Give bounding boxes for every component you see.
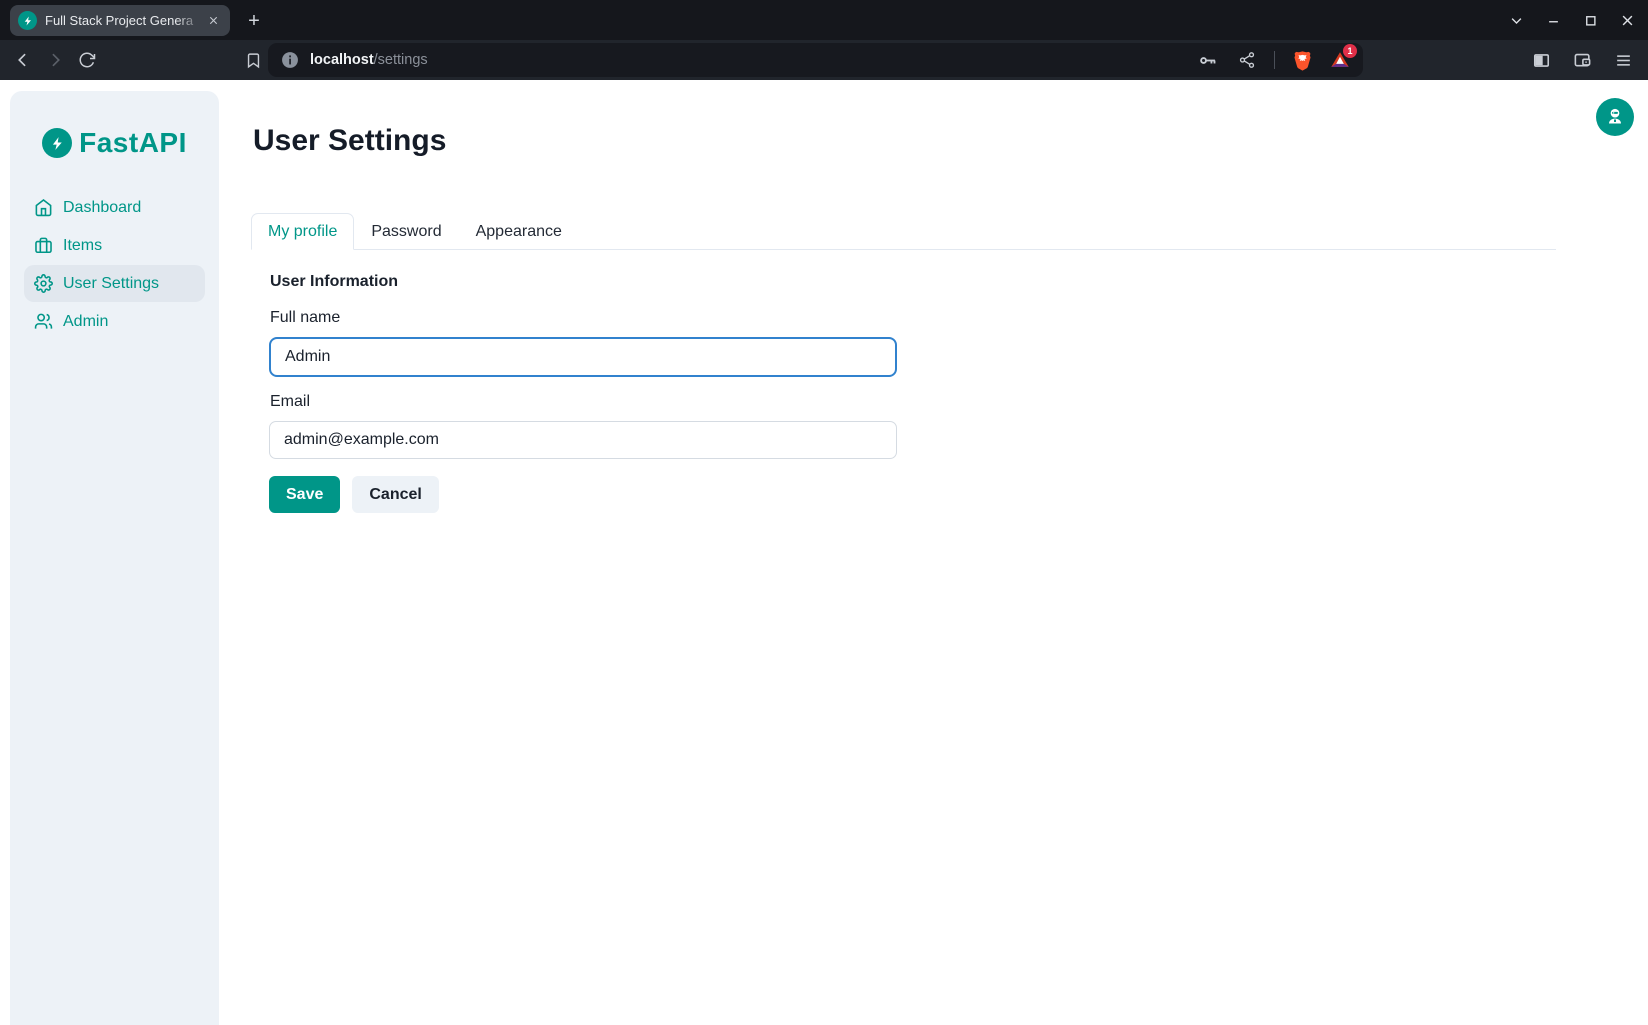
browser-tab-strip: Full Stack Project Genera +: [0, 0, 1648, 40]
url-path: /settings: [374, 52, 428, 68]
tab-search-chevron-icon[interactable]: [1505, 9, 1527, 31]
new-tab-button[interactable]: +: [243, 10, 265, 32]
window-close-button[interactable]: [1616, 9, 1638, 31]
email-input[interactable]: [269, 421, 897, 459]
form-actions: Save Cancel: [269, 476, 439, 513]
user-menu-button[interactable]: [1596, 98, 1634, 136]
divider: [1274, 51, 1275, 69]
page-title: User Settings: [253, 124, 446, 158]
browser-window: Full Stack Project Genera +: [0, 0, 1648, 1025]
menu-hamburger-icon[interactable]: [1610, 47, 1636, 73]
home-icon: [34, 198, 53, 217]
tab-password[interactable]: Password: [354, 213, 458, 250]
app-page: FastAPI Dashboard Items: [0, 80, 1648, 1025]
sidebar-item-admin[interactable]: Admin: [24, 303, 205, 340]
share-icon[interactable]: [1234, 47, 1260, 73]
gear-icon: [34, 274, 53, 293]
fastapi-logo: FastAPI: [10, 127, 219, 159]
browser-navbar: localhost/settings 1: [0, 40, 1648, 80]
sidebar-item-label: User Settings: [63, 275, 159, 293]
fastapi-logo-text: FastAPI: [79, 127, 187, 159]
sidebar-item-user-settings[interactable]: User Settings: [24, 265, 205, 302]
sidebar-item-dashboard[interactable]: Dashboard: [24, 189, 205, 226]
fastapi-favicon-icon: [18, 11, 37, 30]
back-button[interactable]: [10, 47, 36, 73]
site-info-icon[interactable]: [280, 50, 300, 70]
brave-rewards-icon[interactable]: 1: [1329, 49, 1351, 71]
browser-tab[interactable]: Full Stack Project Genera: [10, 5, 230, 36]
save-button[interactable]: Save: [269, 476, 340, 513]
window-minimize-button[interactable]: [1542, 9, 1564, 31]
sidebar-item-label: Admin: [63, 313, 108, 331]
url-text: localhost/settings: [310, 52, 1194, 68]
reload-button[interactable]: [74, 47, 100, 73]
url-bar[interactable]: localhost/settings 1: [268, 43, 1363, 77]
full-name-label: Full name: [270, 309, 340, 327]
sidebar-item-items[interactable]: Items: [24, 227, 205, 264]
brave-shield-icon[interactable]: [1289, 47, 1315, 73]
url-host: localhost: [310, 52, 374, 68]
users-icon: [34, 312, 53, 331]
email-label: Email: [270, 393, 310, 411]
sidebar-item-label: Dashboard: [63, 199, 141, 217]
cancel-button[interactable]: Cancel: [352, 476, 438, 513]
section-title: User Information: [270, 273, 398, 291]
full-name-input[interactable]: [269, 337, 897, 377]
user-astronaut-icon: [1605, 106, 1625, 129]
tab-appearance[interactable]: Appearance: [459, 213, 579, 250]
app-sidebar: FastAPI Dashboard Items: [10, 91, 219, 1025]
sidebar-item-label: Items: [63, 237, 102, 255]
sidebar-toggle-icon[interactable]: [1528, 47, 1554, 73]
wallet-icon[interactable]: [1569, 47, 1595, 73]
fastapi-logo-icon: [42, 128, 72, 158]
forward-button[interactable]: [42, 47, 68, 73]
window-maximize-button[interactable]: [1579, 9, 1601, 31]
rewards-notification-badge: 1: [1343, 44, 1357, 58]
tab-my-profile[interactable]: My profile: [251, 213, 354, 250]
tab-close-icon[interactable]: [204, 12, 222, 30]
password-key-icon[interactable]: [1194, 47, 1220, 73]
tab-title: Full Stack Project Genera: [45, 13, 204, 28]
bookmark-icon[interactable]: [240, 47, 266, 73]
settings-tabs: My profile Password Appearance: [251, 213, 1556, 250]
briefcase-icon: [34, 236, 53, 255]
sidebar-nav: Dashboard Items User Settings: [10, 189, 219, 340]
